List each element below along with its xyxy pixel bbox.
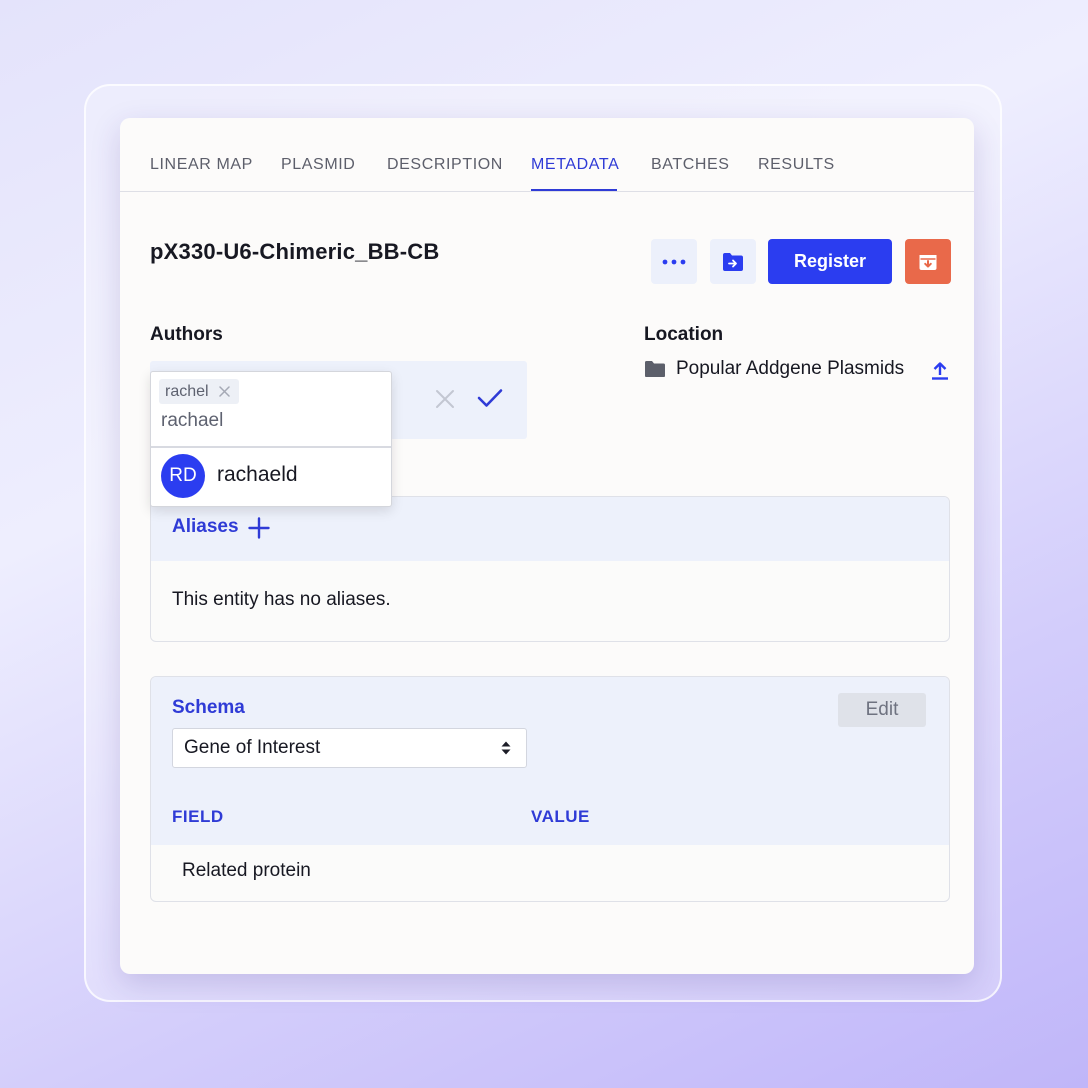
add-alias-icon[interactable] (248, 517, 270, 539)
sort-arrows-icon (501, 741, 511, 755)
author-chip-label: rachel (165, 383, 209, 400)
schema-panel: Schema Edit Gene of Interest FIELD VALUE… (150, 676, 950, 902)
archive-button[interactable] (905, 239, 951, 284)
authors-label: Authors (150, 324, 223, 345)
aliases-panel: Aliases This entity has no aliases. (150, 496, 950, 642)
column-header-field: FIELD (172, 807, 224, 826)
entity-card: LINEAR MAP PLASMID DESCRIPTION METADATA … (120, 118, 974, 974)
author-suggestion-name: rachaeld (217, 463, 298, 486)
location-label: Location (644, 324, 724, 345)
aliases-title: Aliases (172, 516, 239, 537)
schema-edit-button[interactable]: Edit (838, 693, 926, 727)
folder-icon (645, 361, 665, 377)
author-suggestion-item[interactable]: RD rachaeld (151, 448, 391, 506)
folder-arrow-icon (723, 252, 743, 271)
column-header-value: VALUE (531, 807, 590, 826)
tab-plasmid[interactable]: PLASMID (281, 156, 355, 174)
location-name[interactable]: Popular Addgene Plasmids (676, 358, 904, 380)
schema-selected-value: Gene of Interest (184, 737, 321, 758)
schema-row-field: Related protein (182, 860, 311, 881)
upload-icon[interactable] (931, 361, 949, 381)
tab-batches[interactable]: BATCHES (651, 156, 730, 174)
archive-icon (919, 254, 937, 270)
location-value: Popular Addgene Plasmids (644, 358, 904, 380)
register-button[interactable]: Register (768, 239, 892, 284)
aliases-empty-text: This entity has no aliases. (172, 589, 391, 610)
cancel-icon[interactable] (434, 388, 456, 410)
avatar: RD (161, 454, 205, 498)
tab-bar: LINEAR MAP PLASMID DESCRIPTION METADATA … (120, 118, 974, 192)
tab-linear-map[interactable]: LINEAR MAP (150, 156, 253, 174)
active-tab-indicator (531, 189, 617, 191)
author-chip: rachel (159, 379, 239, 404)
tab-results[interactable]: RESULTS (758, 156, 835, 174)
tab-description[interactable]: DESCRIPTION (387, 156, 503, 174)
tab-metadata[interactable]: METADATA (531, 156, 619, 174)
entity-title: pX330-U6-Chimeric_BB-CB (150, 239, 440, 264)
move-to-folder-button[interactable] (710, 239, 756, 284)
author-search-input[interactable]: rachael (161, 410, 223, 432)
remove-chip-icon[interactable] (218, 386, 230, 397)
ellipsis-icon (662, 259, 686, 264)
author-search-dropdown: rachel rachael RD rachaeld (150, 371, 392, 507)
schema-title: Schema (172, 697, 245, 718)
confirm-check-icon[interactable] (476, 387, 504, 409)
schema-select[interactable]: Gene of Interest (172, 728, 527, 768)
schema-header: Schema Edit Gene of Interest FIELD VALUE (151, 677, 949, 845)
more-options-button[interactable] (651, 239, 697, 284)
